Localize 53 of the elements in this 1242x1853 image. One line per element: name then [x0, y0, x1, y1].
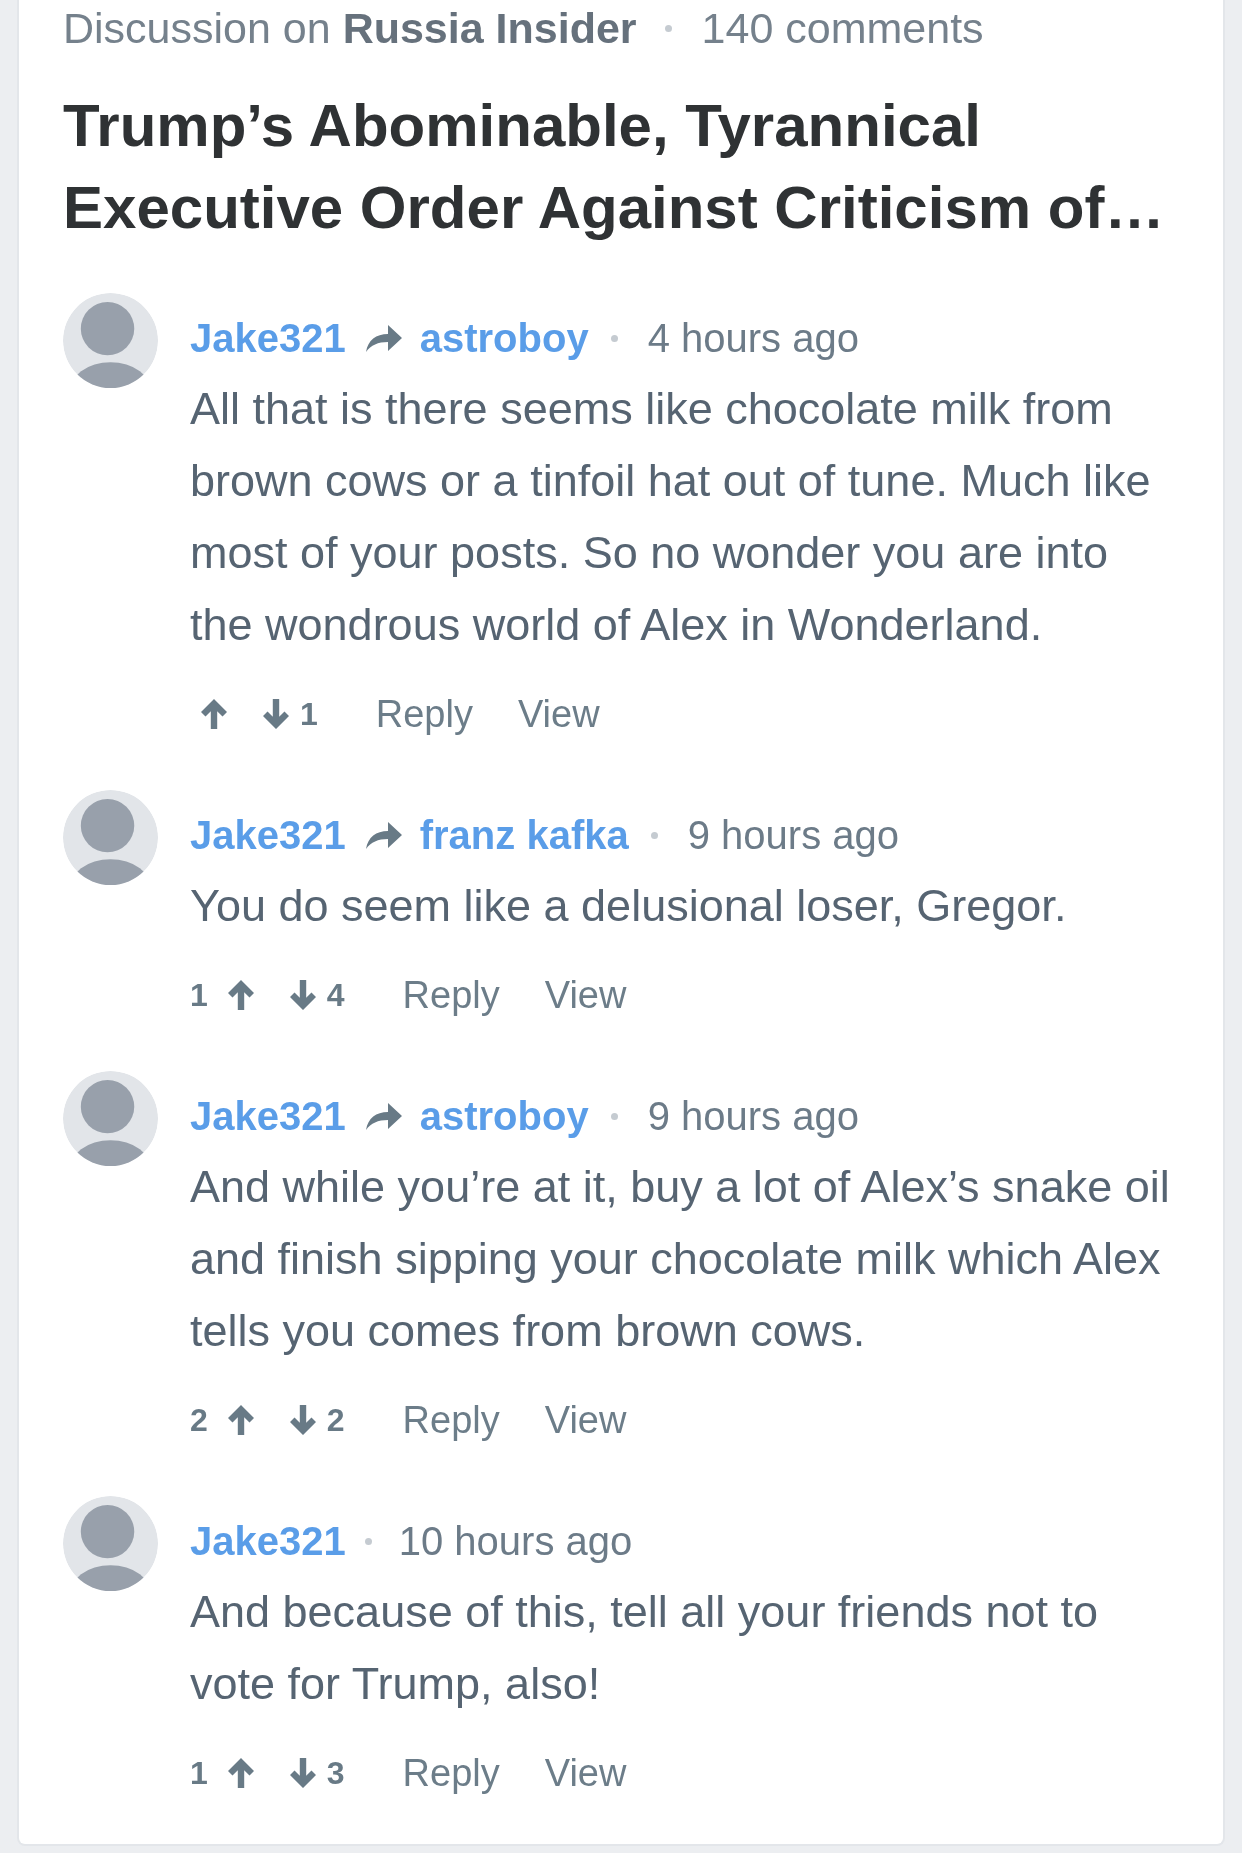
arrow-up-icon	[201, 699, 227, 729]
arrow-up-icon	[227, 1758, 254, 1788]
article-title: Trump’s Abominable, Tyrannical Executive Order Against Criticism of…	[63, 91, 1166, 243]
reply-to-link[interactable]: franz kafka	[419, 812, 629, 858]
view-link[interactable]: View	[544, 1751, 627, 1795]
upvote-button[interactable]: 2	[190, 1401, 254, 1439]
reply-link[interactable]: Reply	[402, 1398, 500, 1442]
comment-text: And because of this, tell all your friends not to vote for Trump, also!	[190, 1585, 1100, 1711]
arrow-down-icon	[263, 699, 289, 729]
view-link[interactable]: View	[517, 692, 600, 736]
separator-dot-icon	[610, 334, 618, 342]
timestamp: 9 hours ago	[647, 1093, 859, 1139]
reply-link[interactable]: Reply	[402, 1751, 500, 1795]
arrow-up-icon	[227, 980, 254, 1010]
curved-arrow-icon	[364, 820, 403, 850]
comment-text: And while you’re at it, buy a lot of Alex’s snake oil and finish sipping your chocolate milk which Alex tells you comes from brown cows.	[190, 1160, 1171, 1358]
separator-dot-icon	[650, 831, 658, 839]
avatar-icon[interactable]	[63, 1071, 158, 1166]
comment-count: 140 comments	[701, 3, 984, 53]
avatar-icon[interactable]	[63, 1496, 158, 1591]
separator-dot-icon	[664, 24, 672, 32]
discussion-source: Discussion on Russia Insider	[63, 3, 637, 53]
curved-arrow-icon	[364, 323, 403, 353]
view-link[interactable]: View	[544, 973, 627, 1017]
timestamp: 9 hours ago	[687, 812, 899, 858]
upvote-button[interactable]: 1	[190, 1754, 254, 1792]
author-link[interactable]: Jake321	[190, 1093, 346, 1139]
author-link[interactable]: Jake321	[190, 1518, 346, 1564]
separator-dot-icon	[610, 1112, 618, 1120]
comment-text: You do seem like a delusional loser, Gregor.	[190, 879, 1068, 933]
upvote-button[interactable]: 1	[190, 976, 254, 1014]
arrow-down-icon	[289, 1758, 316, 1788]
arrow-up-icon	[227, 1405, 254, 1435]
reply-link[interactable]: Reply	[402, 973, 500, 1017]
avatar-icon[interactable]	[63, 293, 158, 388]
downvote-button[interactable]: 2	[289, 1401, 345, 1439]
reply-to-link[interactable]: astroboy	[419, 1093, 589, 1139]
arrow-down-icon	[289, 980, 316, 1010]
curved-arrow-icon	[364, 1101, 403, 1131]
downvote-button[interactable]: 4	[289, 976, 345, 1014]
timestamp: 10 hours ago	[398, 1518, 633, 1564]
reply-link[interactable]: Reply	[375, 692, 473, 736]
downvote-button[interactable]: 3	[289, 1754, 345, 1792]
arrow-down-icon	[289, 1405, 316, 1435]
comment-text: All that is there seems like chocolate milk from brown cows or a tinfoil hat out of tune. Much like most of your posts. So no wonder you are into the wondrous world of Alex in Wonderland.	[190, 382, 1152, 652]
author-link[interactable]: Jake321	[190, 812, 346, 858]
separator-dot-icon	[364, 1537, 372, 1545]
author-link[interactable]: Jake321	[190, 315, 346, 361]
avatar-icon[interactable]	[63, 790, 158, 885]
timestamp: 4 hours ago	[647, 315, 859, 361]
reply-to-link[interactable]: astroboy	[419, 315, 589, 361]
view-link[interactable]: View	[544, 1398, 627, 1442]
downvote-button[interactable]: 1	[263, 695, 318, 733]
